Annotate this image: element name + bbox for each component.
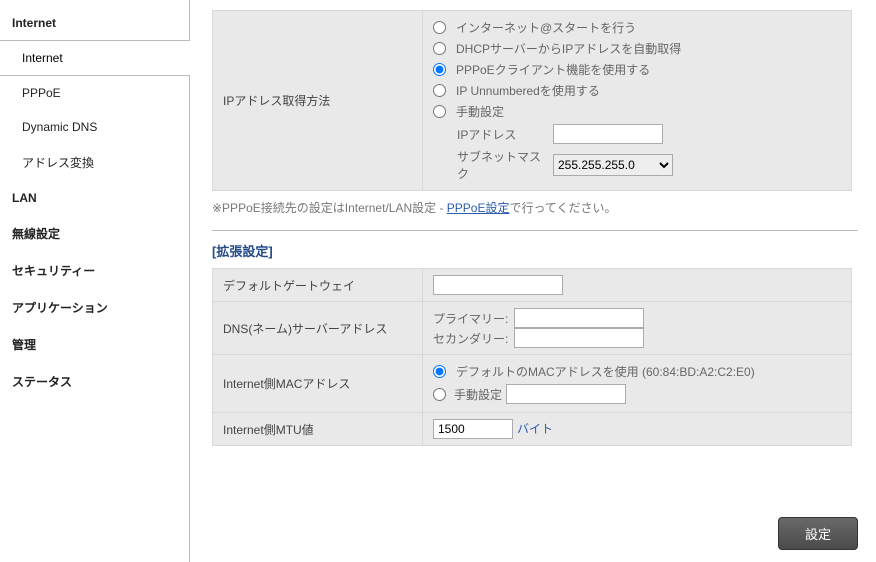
nav-section-admin[interactable]: 管理: [0, 326, 189, 363]
mtu-label: Internet側MTU値: [213, 413, 423, 446]
radio-manual[interactable]: 手動設定: [433, 101, 841, 122]
nav-section-wireless[interactable]: 無線設定: [0, 215, 189, 252]
manual-mask-select[interactable]: 255.255.255.0: [553, 154, 673, 176]
nav-section-status[interactable]: ステータス: [0, 363, 189, 400]
dns-secondary-input[interactable]: [514, 328, 644, 348]
note-prefix: ※PPPoE接続先の設定はInternet/LAN設定 -: [212, 201, 447, 215]
radio-atstart-input[interactable]: [433, 21, 446, 34]
submit-button[interactable]: 設定: [778, 517, 858, 550]
extended-title: [拡張設定]: [212, 241, 858, 260]
radio-unnumbered-input[interactable]: [433, 84, 446, 97]
nav-section-security[interactable]: セキュリティー: [0, 252, 189, 289]
ip-method-label: IPアドレス取得方法: [213, 11, 423, 191]
pppoe-settings-link[interactable]: PPPoE設定: [447, 201, 510, 215]
radio-unnumbered[interactable]: IP Unnumberedを使用する: [433, 80, 841, 101]
nav-section-internet[interactable]: Internet: [0, 6, 189, 40]
manual-ip-label: IPアドレス: [457, 126, 547, 143]
radio-pppoe[interactable]: PPPoEクライアント機能を使用する: [433, 59, 841, 80]
radio-dhcp-input[interactable]: [433, 42, 446, 55]
note-suffix: で行ってください。: [509, 201, 616, 215]
dns-primary-label: プライマリー:: [433, 308, 514, 328]
radio-manual-input[interactable]: [433, 105, 446, 118]
mac-manual-radio[interactable]: 手動設定: [433, 382, 626, 406]
gateway-label: デフォルトゲートウェイ: [213, 269, 423, 302]
radio-atstart[interactable]: インターネット@スタートを行う: [433, 17, 841, 38]
ip-method-options: インターネット@スタートを行う DHCPサーバーからIPアドレスを自動取得 PP…: [423, 11, 852, 191]
mtu-unit: バイト: [517, 422, 553, 436]
radio-unnumbered-label: IP Unnumberedを使用する: [456, 82, 600, 99]
manual-ip-input[interactable]: [553, 124, 663, 144]
separator: [212, 230, 858, 231]
nav-item-address-translation[interactable]: アドレス変換: [0, 144, 189, 181]
manual-mask-label: サブネットマスク: [457, 148, 547, 182]
radio-manual-label: 手動設定: [456, 103, 504, 120]
nav-item-pppoe[interactable]: PPPoE: [0, 76, 189, 110]
mac-default-input[interactable]: [433, 365, 446, 378]
radio-dhcp[interactable]: DHCPサーバーからIPアドレスを自動取得: [433, 38, 841, 59]
mac-manual-input[interactable]: [433, 388, 446, 401]
sidebar: Internet Internet PPPoE Dynamic DNS アドレス…: [0, 0, 190, 562]
nav-item-internet[interactable]: Internet: [0, 40, 189, 76]
nav-section-application[interactable]: アプリケーション: [0, 289, 189, 326]
nav-item-dynamic-dns[interactable]: Dynamic DNS: [0, 110, 189, 144]
dns-label: DNS(ネーム)サーバーアドレス: [213, 302, 423, 355]
radio-pppoe-label: PPPoEクライアント機能を使用する: [456, 61, 650, 78]
dns-primary-input[interactable]: [514, 308, 644, 328]
mtu-input[interactable]: [433, 419, 513, 439]
main-content: IPアドレス取得方法 インターネット@スタートを行う DHCPサーバーからIPア…: [190, 0, 876, 562]
mac-manual-value[interactable]: [506, 384, 626, 404]
ip-method-table: IPアドレス取得方法 インターネット@スタートを行う DHCPサーバーからIPア…: [212, 10, 852, 191]
radio-atstart-label: インターネット@スタートを行う: [456, 19, 636, 36]
radio-pppoe-input[interactable]: [433, 63, 446, 76]
extended-table: デフォルトゲートウェイ DNS(ネーム)サーバーアドレス プライマリー: セカン…: [212, 268, 852, 446]
pppoe-note: ※PPPoE接続先の設定はInternet/LAN設定 - PPPoE設定で行っ…: [212, 199, 858, 216]
dns-secondary-label: セカンダリー:: [433, 328, 514, 348]
gateway-input[interactable]: [433, 275, 563, 295]
mac-manual-label: 手動設定: [454, 386, 502, 403]
radio-dhcp-label: DHCPサーバーからIPアドレスを自動取得: [456, 40, 681, 57]
mac-default-label: デフォルトのMACアドレスを使用 (60:84:BD:A2:C2:E0): [456, 363, 755, 380]
nav-section-lan[interactable]: LAN: [0, 181, 189, 215]
mac-default-radio[interactable]: デフォルトのMACアドレスを使用 (60:84:BD:A2:C2:E0): [433, 361, 841, 382]
mac-label: Internet側MACアドレス: [213, 355, 423, 413]
